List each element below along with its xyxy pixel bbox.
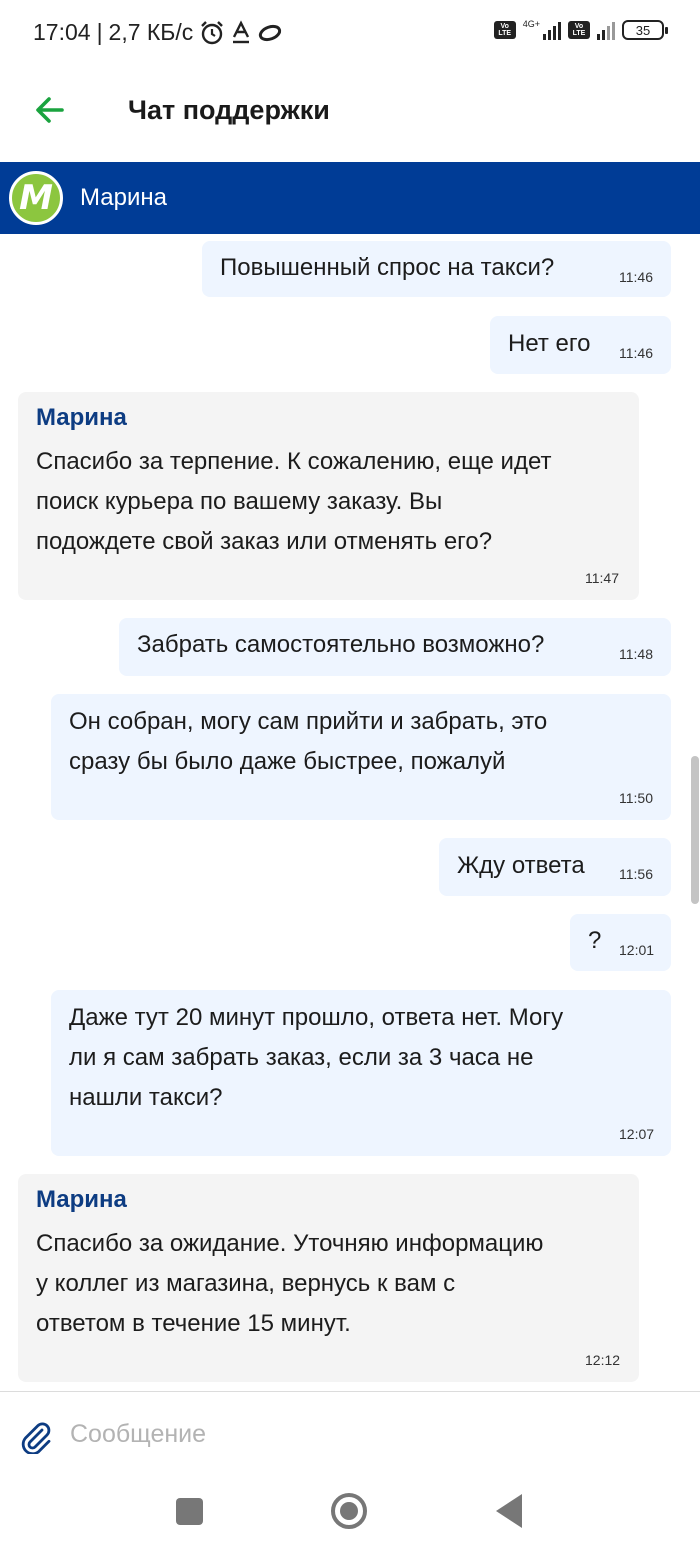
message-line: Даже тут 20 минут прошло, ответа нет. Мо… — [69, 1004, 564, 1031]
message-text: Нет его — [508, 330, 591, 357]
status-speed: 2,7 КБ/с — [108, 19, 194, 45]
message-text: Спасибо за ожидание. Уточняю информацию … — [36, 1224, 543, 1344]
volte-icon-sim2: Vo LTE — [568, 21, 590, 39]
message-input[interactable] — [70, 1412, 670, 1456]
message-time: 11:56 — [619, 866, 653, 882]
operator-name: Марина — [80, 184, 167, 211]
network-type: 4G+ — [522, 19, 540, 29]
message-outgoing: Даже тут 20 минут прошло, ответа нет. Мо… — [51, 990, 671, 1156]
message-outgoing: Жду ответа 11:56 — [439, 838, 671, 896]
recents-button[interactable] — [176, 1498, 203, 1525]
message-text: Даже тут 20 минут прошло, ответа нет. Мо… — [69, 998, 563, 1118]
message-line: поиск курьера по вашему заказу. Вы — [36, 488, 443, 515]
signal-icon — [543, 20, 561, 40]
circle-home-icon — [340, 1502, 358, 1520]
page-title: Чат поддержки — [128, 95, 330, 125]
nav-back-button[interactable] — [496, 1494, 522, 1528]
font-a-icon — [233, 19, 250, 43]
message-time: 11:47 — [585, 570, 619, 586]
message-time: 11:46 — [619, 269, 653, 285]
sync-ring-icon — [259, 24, 282, 41]
status-bar: 17:04 | 2,7 КБ/с Vo LTE 4G+ Vo LTE 35 — [0, 0, 700, 66]
message-text: Повышенный спрос на такси? — [220, 254, 555, 281]
chat-scrollbar[interactable] — [691, 756, 699, 904]
avatar-letter: M — [19, 178, 53, 218]
attach-button[interactable] — [20, 1418, 52, 1456]
message-text: Жду ответа — [457, 852, 585, 879]
message-time: 12:01 — [619, 942, 655, 958]
battery-level: 35 — [635, 22, 651, 38]
message-text: Он собран, могу сам прийти и забрать, эт… — [69, 702, 547, 782]
arrow-left-icon — [36, 97, 64, 123]
status-right: Vo LTE 4G+ Vo LTE 35 — [493, 19, 668, 40]
message-line: Спасибо за ожидание. Уточняю информацию — [36, 1230, 544, 1257]
paperclip-icon — [21, 1422, 51, 1456]
app-bar: Чат поддержки — [0, 66, 700, 162]
message-time: 12:12 — [585, 1352, 621, 1368]
message-text: ? — [588, 927, 602, 954]
battery-icon: 35 — [622, 20, 668, 40]
home-button[interactable] — [331, 1493, 367, 1529]
message-text: Спасибо за терпение. К сожалению, еще ид… — [36, 442, 552, 562]
message-time: 11:50 — [619, 790, 653, 806]
message-time: 11:46 — [619, 345, 653, 361]
system-nav-bar — [0, 1477, 700, 1556]
message-outgoing: Забрать самостоятельно возможно? 11:48 — [119, 618, 671, 676]
message-outgoing: Нет его 11:46 — [490, 316, 671, 374]
message-sender: Марина — [36, 1186, 127, 1213]
message-line: ли я сам забрать заказ, если за 3 часа н… — [69, 1044, 534, 1071]
message-outgoing: Он собран, могу сам прийти и забрать, эт… — [51, 694, 671, 820]
message-time: 12:07 — [619, 1126, 655, 1142]
back-button[interactable] — [34, 94, 66, 126]
message-line: подождете свой заказ или отменять его? — [36, 528, 493, 555]
status-left: 17:04 | 2,7 КБ/с — [33, 19, 283, 46]
message-time: 11:48 — [619, 646, 653, 662]
message-incoming: Марина Спасибо за терпение. К сожалению,… — [18, 392, 639, 600]
message-line: ответом в течение 15 минут. — [36, 1310, 351, 1337]
message-incoming: Марина Спасибо за ожидание. Уточняю инфо… — [18, 1174, 639, 1382]
message-sender: Марина — [36, 404, 127, 431]
alarm-icon — [201, 20, 224, 44]
message-line: Он собран, могу сам прийти и забрать, эт… — [69, 708, 548, 735]
volte-icon: Vo LTE — [493, 21, 516, 39]
operator-header: M Марина — [0, 162, 700, 234]
message-outgoing: Повышенный спрос на такси? 11:46 — [202, 241, 671, 297]
message-line: нашли такси? — [69, 1084, 223, 1111]
message-text: Забрать самостоятельно возможно? — [137, 631, 545, 658]
message-composer — [0, 1391, 700, 1477]
message-line: у коллег из магазина, вернусь к вам с — [36, 1270, 456, 1297]
status-separator: | — [96, 19, 103, 45]
signal-icon-sim2 — [597, 20, 615, 40]
chat-history[interactable]: Повышенный спрос на такси? 11:46 Нет его… — [0, 234, 700, 1391]
avatar: M — [9, 171, 63, 225]
message-line: Спасибо за терпение. К сожалению, еще ид… — [36, 448, 552, 475]
status-time: 17:04 — [33, 19, 91, 45]
message-line: сразу бы было даже быстрее, пожалуй — [69, 748, 506, 775]
message-outgoing: ? 12:01 — [570, 914, 671, 971]
